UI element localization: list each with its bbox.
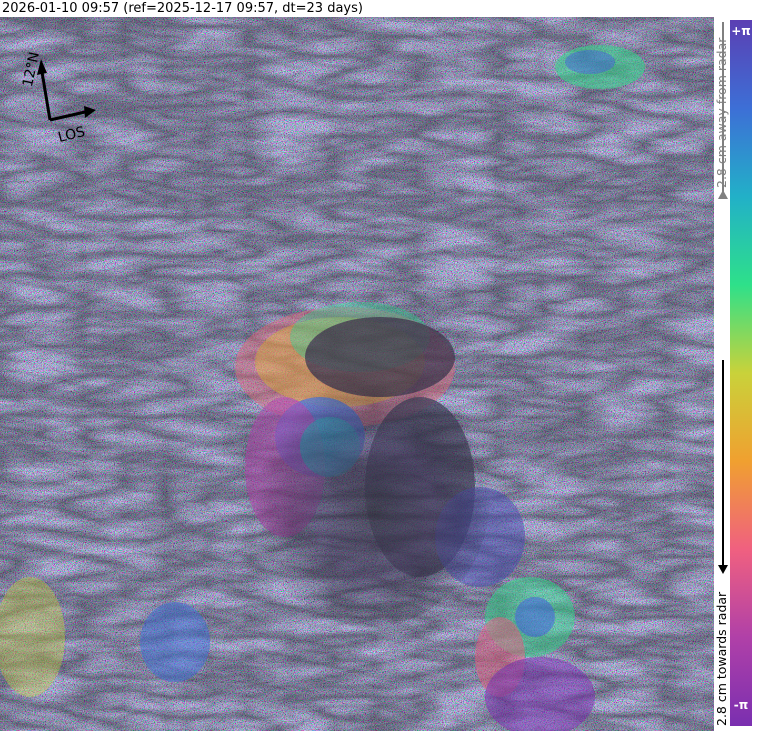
- interferogram-image: [0, 17, 714, 731]
- colorbar-bottom-label: -π: [733, 698, 749, 712]
- towards-arrow-icon: [718, 565, 728, 574]
- interferogram-map: 12°N LOS: [0, 17, 714, 731]
- colorbar-top-label: +π: [731, 24, 751, 38]
- away-arrow-icon: [718, 190, 728, 199]
- image-title: 2026-01-10 09:57 (ref=2025-12-17 09:57, …: [2, 1, 363, 16]
- phase-colorbar: [730, 20, 752, 726]
- towards-radar-label: 2.8 cm towards radar: [714, 591, 729, 726]
- away-from-radar-label: 2.8 cm away from radar: [714, 37, 729, 188]
- towards-axis-line: [722, 360, 724, 565]
